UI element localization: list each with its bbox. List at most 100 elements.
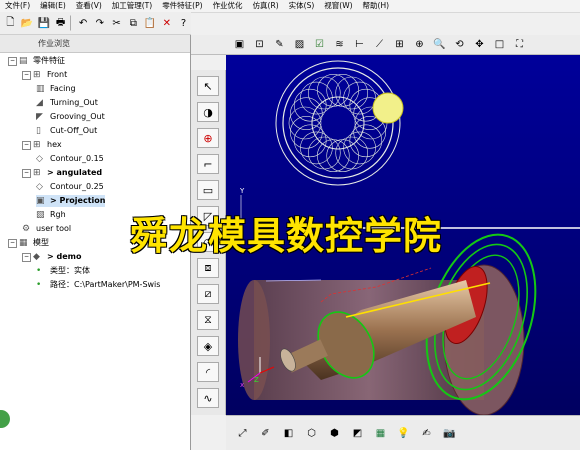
collapse-toggle[interactable]: − — [8, 56, 17, 66]
menu-item[interactable]: 文件(F) — [0, 0, 35, 12]
tree-item[interactable]: ▥ Facing — [36, 83, 76, 95]
projection-icon: ▣ — [36, 196, 45, 206]
bullet-icon: • — [36, 280, 42, 290]
tree-item[interactable]: ▯ Cut-Off_Out — [36, 125, 97, 137]
contour-icon: ◇ — [36, 154, 43, 164]
check-icon[interactable]: ☑ — [311, 36, 328, 53]
svg-text:x: x — [240, 381, 244, 389]
facing-icon: ▥ — [36, 84, 45, 94]
delete-icon[interactable]: ✕ — [159, 15, 174, 32]
save-icon[interactable]: 💾 — [37, 15, 52, 32]
menu-item[interactable]: 加工管理(T) — [107, 0, 157, 12]
rectangle-icon[interactable]: ▭ — [197, 180, 219, 200]
tree-item-label: > demo — [47, 252, 82, 261]
fill-icon[interactable]: ▨ — [291, 36, 308, 53]
tree-item[interactable]: • 路径：C:\PartMaker\PM-Swis — [36, 279, 160, 291]
tree-item[interactable]: − ◆ > demo — [22, 251, 81, 263]
menu-item[interactable]: 编辑(E) — [35, 0, 71, 12]
select-arrow-icon[interactable]: ↖ — [197, 76, 219, 96]
tree-item-label: 类型：实体 — [50, 266, 90, 275]
menu-item[interactable]: 仿真(R) — [248, 0, 284, 12]
edit-face-icon[interactable]: ✐ — [257, 425, 274, 442]
pan-icon[interactable]: ✥ — [471, 36, 488, 53]
wave-icon[interactable]: ≋ — [331, 36, 348, 53]
solid-icon[interactable]: ⬢ — [326, 425, 343, 442]
spline-icon[interactable]: ∿ — [197, 388, 219, 408]
tree-item[interactable]: ◇ Contour_0.25 — [36, 181, 104, 193]
measure-icon[interactable]: ⊢ — [351, 36, 368, 53]
copy-icon[interactable]: ⧉ — [126, 15, 141, 32]
menu-item[interactable]: 零件特征(P) — [157, 0, 207, 12]
mirror-icon[interactable]: ⧖ — [197, 310, 219, 330]
tree-item[interactable]: ◢ Turning_Out — [36, 97, 98, 109]
part-icon: ◆ — [33, 252, 40, 262]
svg-text:Z: Z — [254, 376, 259, 384]
group-icon: ⊞ — [33, 168, 41, 178]
menu-item[interactable]: 实体(S) — [284, 0, 320, 12]
zoom-icon[interactable]: 🔍 — [431, 36, 448, 53]
cut-icon[interactable]: ✂ — [109, 15, 124, 32]
tool-marker — [372, 92, 404, 124]
group-icon: ⊞ — [33, 70, 41, 80]
edit-icon[interactable]: ✎ — [271, 36, 288, 53]
pointer-icon[interactable]: ⤢ — [234, 425, 251, 442]
tree-item[interactable]: • 类型：实体 — [36, 265, 90, 277]
tree-item-label: Front — [47, 70, 68, 79]
tree-item[interactable]: − ⊞ Front — [22, 69, 67, 81]
wire-icon[interactable]: ⬡ — [303, 425, 320, 442]
tree-item-label: user tool — [36, 224, 72, 233]
collapse-toggle[interactable]: − — [8, 238, 17, 248]
line-icon[interactable]: ⟋ — [371, 36, 388, 53]
tree-item-label: Contour_0.25 — [50, 182, 104, 191]
section-icon[interactable]: ◩ — [349, 425, 366, 442]
menu-item[interactable]: 作业优化 — [208, 0, 248, 12]
zoom-in-icon[interactable]: ⊕ — [411, 36, 428, 53]
tree-item[interactable]: − ▦ 模型 — [8, 237, 49, 249]
tree-item[interactable]: − ▤ 零件特征 — [8, 55, 65, 67]
tree-item[interactable]: ◤ Grooving_Out — [36, 111, 105, 123]
lamp-icon[interactable]: 💡 — [395, 425, 412, 442]
fillet-icon[interactable]: ◜ — [197, 362, 219, 382]
side-logo — [0, 410, 10, 428]
rotate-icon[interactable]: ⟲ — [451, 36, 468, 53]
bottom-toolbar: ⤢ ✐ ◧ ⬡ ⬢ ◩ ▦ 💡 ✍ 📷 — [226, 415, 580, 450]
paste-icon[interactable]: 📋 — [143, 15, 158, 32]
turning-icon: ◢ — [36, 98, 43, 108]
window-icon[interactable]: □ — [491, 36, 508, 53]
collapse-toggle[interactable]: − — [22, 70, 31, 80]
new-icon[interactable]: 🗋 — [3, 15, 18, 32]
menu-item[interactable]: 视窗(W) — [319, 0, 357, 12]
undo-icon[interactable]: ↶ — [76, 15, 91, 32]
model-icon: ▦ — [19, 238, 28, 248]
help-icon[interactable]: ? — [176, 15, 191, 32]
grid-icon[interactable]: ⊞ — [391, 36, 408, 53]
polyline-icon[interactable]: ⌐ — [197, 154, 219, 174]
trim-icon[interactable]: ⧄ — [197, 284, 219, 304]
collapse-toggle[interactable]: − — [22, 252, 31, 262]
fit-icon[interactable]: ⛶ — [511, 36, 528, 53]
tree-item[interactable]: ◇ Contour_0.15 — [36, 153, 104, 165]
menu-item[interactable]: 查看(V) — [71, 0, 107, 12]
camera-icon[interactable]: 📷 — [441, 425, 458, 442]
tree-item[interactable]: ▣ > Projection — [36, 195, 106, 207]
node-icon[interactable]: ◈ — [197, 336, 219, 356]
tree-item-label: hex — [47, 140, 62, 149]
tree-item[interactable]: ▧ Rgh — [36, 209, 66, 221]
tree-item[interactable]: ⚙ user tool — [22, 223, 71, 235]
shade-icon[interactable]: ◧ — [280, 425, 297, 442]
menu-item[interactable]: 帮助(H) — [358, 0, 395, 12]
tree-item[interactable]: − ⊞ hex — [22, 139, 62, 151]
collapse-toggle[interactable]: − — [22, 168, 31, 178]
open-icon[interactable]: 📂 — [20, 15, 35, 32]
frame-icon[interactable]: ▣ — [231, 36, 248, 53]
text-tool-icon[interactable]: ✍ — [418, 425, 435, 442]
tree-item[interactable]: − ⊞ > angulated — [22, 167, 102, 179]
collapse-toggle[interactable]: − — [22, 140, 31, 150]
print-icon[interactable]: 🖶 — [53, 15, 68, 32]
redo-icon[interactable]: ↷ — [92, 15, 107, 32]
target-icon[interactable]: ⊕ — [197, 128, 219, 148]
save-view-icon[interactable]: ⊡ — [251, 36, 268, 53]
offset-icon[interactable]: ⧈ — [197, 258, 219, 278]
cube-icon[interactable]: ▦ — [372, 425, 389, 442]
circle-tool-icon[interactable]: ◑ — [197, 102, 219, 122]
